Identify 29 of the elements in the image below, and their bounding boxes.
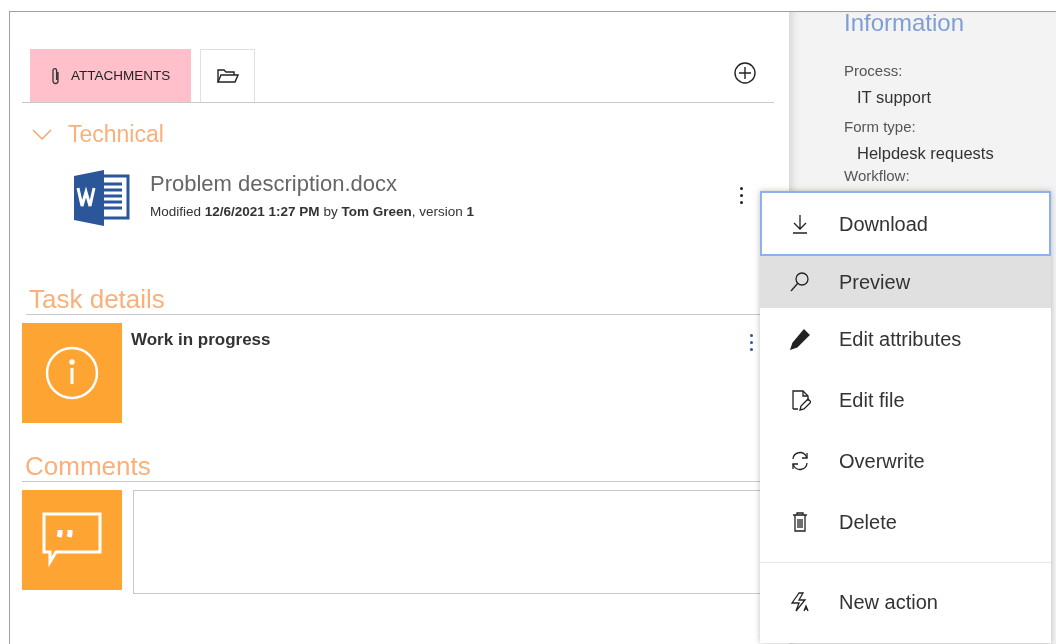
edit-attributes-icon xyxy=(789,327,811,350)
new-action-icon xyxy=(789,590,811,613)
field-label: Workflow: xyxy=(844,169,911,183)
panel-title: Information xyxy=(844,12,966,34)
info-icon xyxy=(45,346,99,400)
menu-item[interactable]: Delete xyxy=(760,491,1051,552)
paperclip-icon xyxy=(51,67,61,85)
add-button[interactable] xyxy=(734,62,756,84)
field-value: Helpdesk requests xyxy=(857,143,995,163)
word-document-icon xyxy=(74,168,132,226)
menu-item[interactable]: New action xyxy=(760,571,1051,632)
menu-item[interactable]: Preview xyxy=(760,256,1051,308)
folder-icon xyxy=(216,68,239,84)
file-name[interactable]: Problem description.docx xyxy=(150,170,474,198)
menu-item[interactable]: Edit file xyxy=(760,369,1051,430)
task-status: Work in progress xyxy=(131,329,271,351)
add-icon xyxy=(734,62,756,84)
field-value: IT support xyxy=(857,87,932,107)
tab[interactable] xyxy=(200,49,256,102)
overwrite-icon xyxy=(789,449,811,472)
tab[interactable]: ATTACHMENTS xyxy=(30,49,192,102)
preview-icon xyxy=(789,271,811,293)
field-label: Process: xyxy=(844,62,904,80)
file-details: Modified 12/6/2021 1:27 PM by Tom Green, version 1 xyxy=(150,203,474,221)
field-label: Form type: xyxy=(844,118,917,136)
menu-item[interactable]: Download xyxy=(760,191,1051,256)
comment-icon xyxy=(42,512,102,568)
edit-file-icon xyxy=(789,388,811,411)
chevron-icon xyxy=(32,128,52,141)
